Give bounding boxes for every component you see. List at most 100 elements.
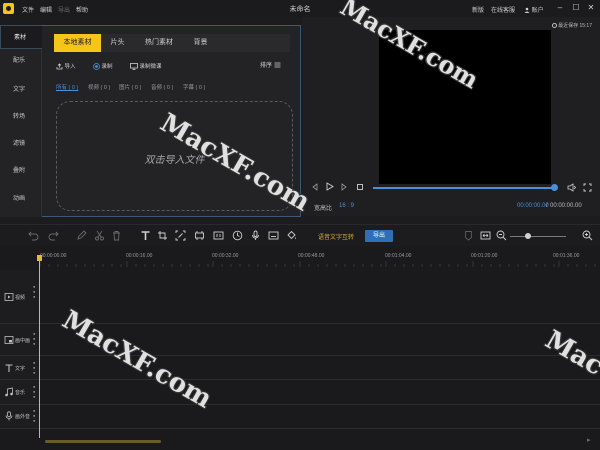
track-lock-icon[interactable]: ● ● ● <box>33 331 38 346</box>
track-lock-icon[interactable]: ● ● ● <box>33 284 38 299</box>
record-label: 录制 <box>101 64 113 70</box>
fit-timeline-icon[interactable] <box>480 230 491 241</box>
sort-icon <box>274 63 281 68</box>
filter-audio[interactable]: 音频 ( 0 ) <box>151 83 173 91</box>
scroll-right-icon[interactable]: ▸ <box>587 436 591 444</box>
clock-icon <box>551 23 557 29</box>
track-header-video[interactable]: 视频 ● ● ● <box>0 270 40 324</box>
delete-icon[interactable] <box>111 230 122 241</box>
mosaic-icon[interactable] <box>194 230 205 241</box>
speed-icon[interactable] <box>232 230 243 241</box>
tab-background[interactable]: 背景 <box>184 34 217 52</box>
track-lock-icon[interactable]: ● ● ● <box>33 408 38 423</box>
timeline-ruler[interactable]: 00:00:00.00 00:00:16.00 00:00:32.00 00:0… <box>40 249 600 267</box>
ruler-label: 00:01:36.00 <box>553 253 580 259</box>
minimize-icon[interactable]: – <box>555 3 565 13</box>
media-tabs: 本地素材 片头 热门素材 背景 <box>54 34 290 52</box>
menu-export[interactable]: 导出 <box>58 5 70 14</box>
sidebar-tab-music[interactable]: 配乐 <box>0 49 42 73</box>
filter-image[interactable]: 图片 ( 0 ) <box>119 83 141 91</box>
track-header-pip[interactable]: 画中画 ● ● ● <box>0 324 40 356</box>
zoom-slider[interactable] <box>510 236 566 237</box>
menu-edit[interactable]: 编辑 <box>40 5 52 14</box>
zoom-slider-knob[interactable] <box>525 233 531 239</box>
ruler-label: 00:00:32.00 <box>212 253 239 259</box>
account-link[interactable]: 账户 <box>524 5 544 14</box>
screen-record-button[interactable]: 录制微课 <box>130 62 162 70</box>
sidebar-tab-media[interactable]: 素材 <box>0 25 43 49</box>
close-icon[interactable]: ✕ <box>586 3 596 13</box>
track-lock-icon[interactable]: ● ● ● <box>33 360 38 375</box>
track-lane-video[interactable] <box>40 270 600 324</box>
track-header-text[interactable]: 文字 ● ● ● <box>0 356 40 380</box>
filter-video[interactable]: 视频 ( 0 ) <box>88 83 110 91</box>
autosave-status: 最近保存 15:17 <box>551 22 592 29</box>
preview-progress-knob[interactable] <box>551 184 558 191</box>
edit-icon[interactable] <box>76 230 87 241</box>
video-track-icon <box>4 293 14 301</box>
export-button[interactable]: 导出 <box>365 230 393 242</box>
snapshot-icon[interactable] <box>567 183 576 192</box>
sort-label: 排序 <box>260 63 273 69</box>
track-name-pip: 画中画 <box>15 338 31 344</box>
track-header-voiceover[interactable]: 画外音 ● ● ● <box>0 405 40 429</box>
sidebar-tab-filter[interactable]: 滤镜 <box>0 132 42 156</box>
undo-icon[interactable] <box>28 230 39 241</box>
new-version-link[interactable]: 新版 <box>472 5 484 14</box>
sidebar-tab-text[interactable]: 文字 <box>0 78 42 102</box>
crop-icon[interactable] <box>157 230 168 241</box>
record-button[interactable]: 录制 <box>93 62 113 70</box>
current-time: 00:00:00.00 <box>517 203 549 209</box>
microphone-icon[interactable] <box>250 230 261 241</box>
track-header-music[interactable]: 音乐 ● ● ● <box>0 380 40 405</box>
voiceover-track-icon <box>5 411 13 421</box>
stop-icon[interactable] <box>356 183 364 191</box>
playhead[interactable] <box>39 260 40 438</box>
zoom-frame-icon[interactable] <box>175 230 186 241</box>
ruler-label: 00:00:16.00 <box>126 253 153 259</box>
filter-all[interactable]: 所有 ( 0 ) <box>56 83 78 91</box>
category-sidebar: 素材 配乐 文字 转场 滤镜 叠附 动画 <box>0 25 43 217</box>
redo-icon[interactable] <box>48 230 59 241</box>
split-icon[interactable] <box>94 230 105 241</box>
paint-bucket-icon[interactable] <box>286 230 297 241</box>
app-logo-icon <box>3 3 14 14</box>
text-tool-icon[interactable] <box>140 230 151 241</box>
track-lock-icon[interactable]: ● ● ● <box>33 384 38 399</box>
timeline-horizontal-scrollbar[interactable] <box>45 440 161 443</box>
marker-icon[interactable] <box>463 230 474 241</box>
tab-local-media[interactable]: 本地素材 <box>54 34 101 52</box>
track-lane-voiceover[interactable] <box>40 405 600 429</box>
sort-button[interactable]: 排序 <box>260 60 281 69</box>
menu-help[interactable]: 帮助 <box>76 5 88 14</box>
menu-file[interactable]: 文件 <box>22 5 34 14</box>
zoom-in-icon[interactable] <box>582 230 593 241</box>
filter-subtitle[interactable]: 字幕 ( 0 ) <box>183 83 205 91</box>
track-name-music: 音乐 <box>15 390 26 396</box>
sidebar-tab-transition[interactable]: 转场 <box>0 105 42 129</box>
sidebar-tab-animation[interactable]: 动画 <box>0 187 42 211</box>
total-time: 00:00:00.00 <box>550 203 582 209</box>
next-frame-icon[interactable] <box>340 183 348 191</box>
zoom-out-icon[interactable] <box>496 230 507 241</box>
preview-progress-bar[interactable] <box>373 187 555 189</box>
aspect-ratio-value[interactable]: 16 : 9 <box>339 203 354 209</box>
import-label: 导入 <box>64 64 76 70</box>
pip-track-icon <box>4 336 14 344</box>
subtitle-icon[interactable] <box>268 230 279 241</box>
sidebar-tab-overlay[interactable]: 叠附 <box>0 159 42 183</box>
speech-text-convert-button[interactable]: 语音文字互转 <box>318 232 354 241</box>
play-icon[interactable] <box>325 182 334 191</box>
fullscreen-icon[interactable] <box>583 183 592 192</box>
track-name-text: 文字 <box>15 366 26 372</box>
import-button[interactable]: 导入 <box>56 62 76 70</box>
maximize-icon[interactable]: ☐ <box>571 3 581 13</box>
online-service-link[interactable]: 在线客服 <box>491 5 515 14</box>
user-icon <box>524 8 530 14</box>
freeze-frame-icon[interactable] <box>213 230 224 241</box>
tab-intro[interactable]: 片头 <box>101 34 134 52</box>
track-lane-music[interactable] <box>40 380 600 405</box>
tab-hot-media[interactable]: 热门素材 <box>134 34 184 52</box>
autosave-text: 最近保存 15:17 <box>558 23 592 29</box>
track-name-video: 视频 <box>15 295 26 301</box>
